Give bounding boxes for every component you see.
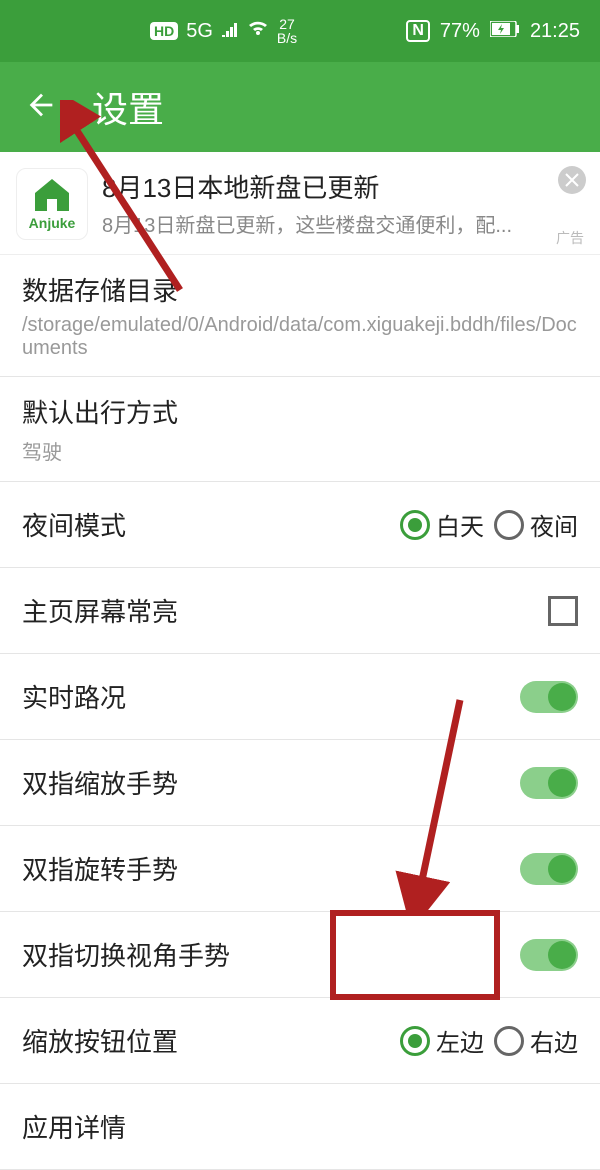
storage-label: 数据存储目录 [22, 271, 578, 308]
row-app-details[interactable]: 应用详情 [0, 1084, 600, 1170]
battery-icon [490, 20, 520, 43]
pinch-switch[interactable] [520, 767, 578, 799]
row-zoom-button-position: 缩放按钮位置 左边 右边 [0, 998, 600, 1084]
ad-text: 8月13日本地新盘已更新 8月13日新盘已更新，这些楼盘交通便利，配... [102, 168, 584, 238]
pinch-label: 双指缩放手势 [22, 764, 178, 801]
zoompos-radio-group: 左边 右边 [400, 1023, 578, 1058]
radio-icon [400, 1026, 430, 1056]
row-travel-mode[interactable]: 默认出行方式 驾驶 [0, 377, 600, 482]
app-header: 设置 [0, 62, 600, 152]
ad-banner[interactable]: Anjuke 8月13日本地新盘已更新 8月13日新盘已更新，这些楼盘交通便利，… [0, 152, 600, 255]
ad-app-label: Anjuke [29, 215, 76, 231]
radio-icon [494, 510, 524, 540]
row-tilt-gesture[interactable]: 双指切换视角手势 [0, 912, 600, 998]
clock: 21:25 [530, 20, 580, 43]
radio-icon [494, 1026, 524, 1056]
row-pinch-zoom[interactable]: 双指缩放手势 [0, 740, 600, 826]
rotate-switch[interactable] [520, 853, 578, 885]
row-realtime-traffic[interactable]: 实时路况 [0, 654, 600, 740]
page-title: 设置 [92, 81, 164, 133]
keepon-checkbox[interactable] [548, 596, 578, 626]
ad-app-icon: Anjuke [16, 168, 88, 240]
zoompos-label: 缩放按钮位置 [22, 1022, 178, 1059]
ad-close-button[interactable] [558, 166, 586, 194]
speed-indicator: 27 B/s [277, 17, 297, 45]
ad-tag: 广告 [556, 228, 584, 248]
zoompos-option-right[interactable]: 右边 [494, 1023, 578, 1058]
travel-value: 驾驶 [22, 436, 578, 465]
status-left: HD 5G 27 B/s [150, 17, 297, 45]
wifi-icon [247, 19, 269, 43]
row-rotate-gesture[interactable]: 双指旋转手势 [0, 826, 600, 912]
tilt-label: 双指切换视角手势 [22, 936, 230, 973]
ad-title: 8月13日本地新盘已更新 [102, 168, 584, 205]
back-button[interactable] [24, 88, 58, 127]
travel-label: 默认出行方式 [22, 393, 578, 430]
status-right: N 77% 21:25 [406, 20, 580, 43]
ad-subtitle: 8月13日新盘已更新，这些楼盘交通便利，配... [102, 209, 584, 238]
hd-badge: HD [150, 22, 178, 40]
traffic-label: 实时路况 [22, 678, 126, 715]
storage-path: /storage/emulated/0/Android/data/com.xig… [22, 314, 578, 360]
status-bar: HD 5G 27 B/s N 77% 21:25 [0, 0, 600, 62]
radio-icon [400, 510, 430, 540]
nfc-icon: N [406, 20, 430, 42]
rotate-label: 双指旋转手势 [22, 850, 178, 887]
settings-list: 数据存储目录 /storage/emulated/0/Android/data/… [0, 255, 600, 1170]
tilt-switch[interactable] [520, 939, 578, 971]
keepon-label: 主页屏幕常亮 [22, 592, 178, 629]
traffic-switch[interactable] [520, 681, 578, 713]
signal-icon [221, 20, 239, 43]
network-type: 5G [186, 20, 213, 43]
night-option-day[interactable]: 白天 [400, 507, 484, 542]
zoompos-option-left[interactable]: 左边 [400, 1023, 484, 1058]
night-label: 夜间模式 [22, 506, 126, 543]
night-radio-group: 白天 夜间 [400, 507, 578, 542]
appdetail-label: 应用详情 [22, 1108, 126, 1145]
row-night-mode: 夜间模式 白天 夜间 [0, 482, 600, 568]
row-keep-screen-on[interactable]: 主页屏幕常亮 [0, 568, 600, 654]
battery-percent: 77% [440, 20, 480, 43]
night-option-night[interactable]: 夜间 [494, 507, 578, 542]
row-storage-dir[interactable]: 数据存储目录 /storage/emulated/0/Android/data/… [0, 255, 600, 377]
